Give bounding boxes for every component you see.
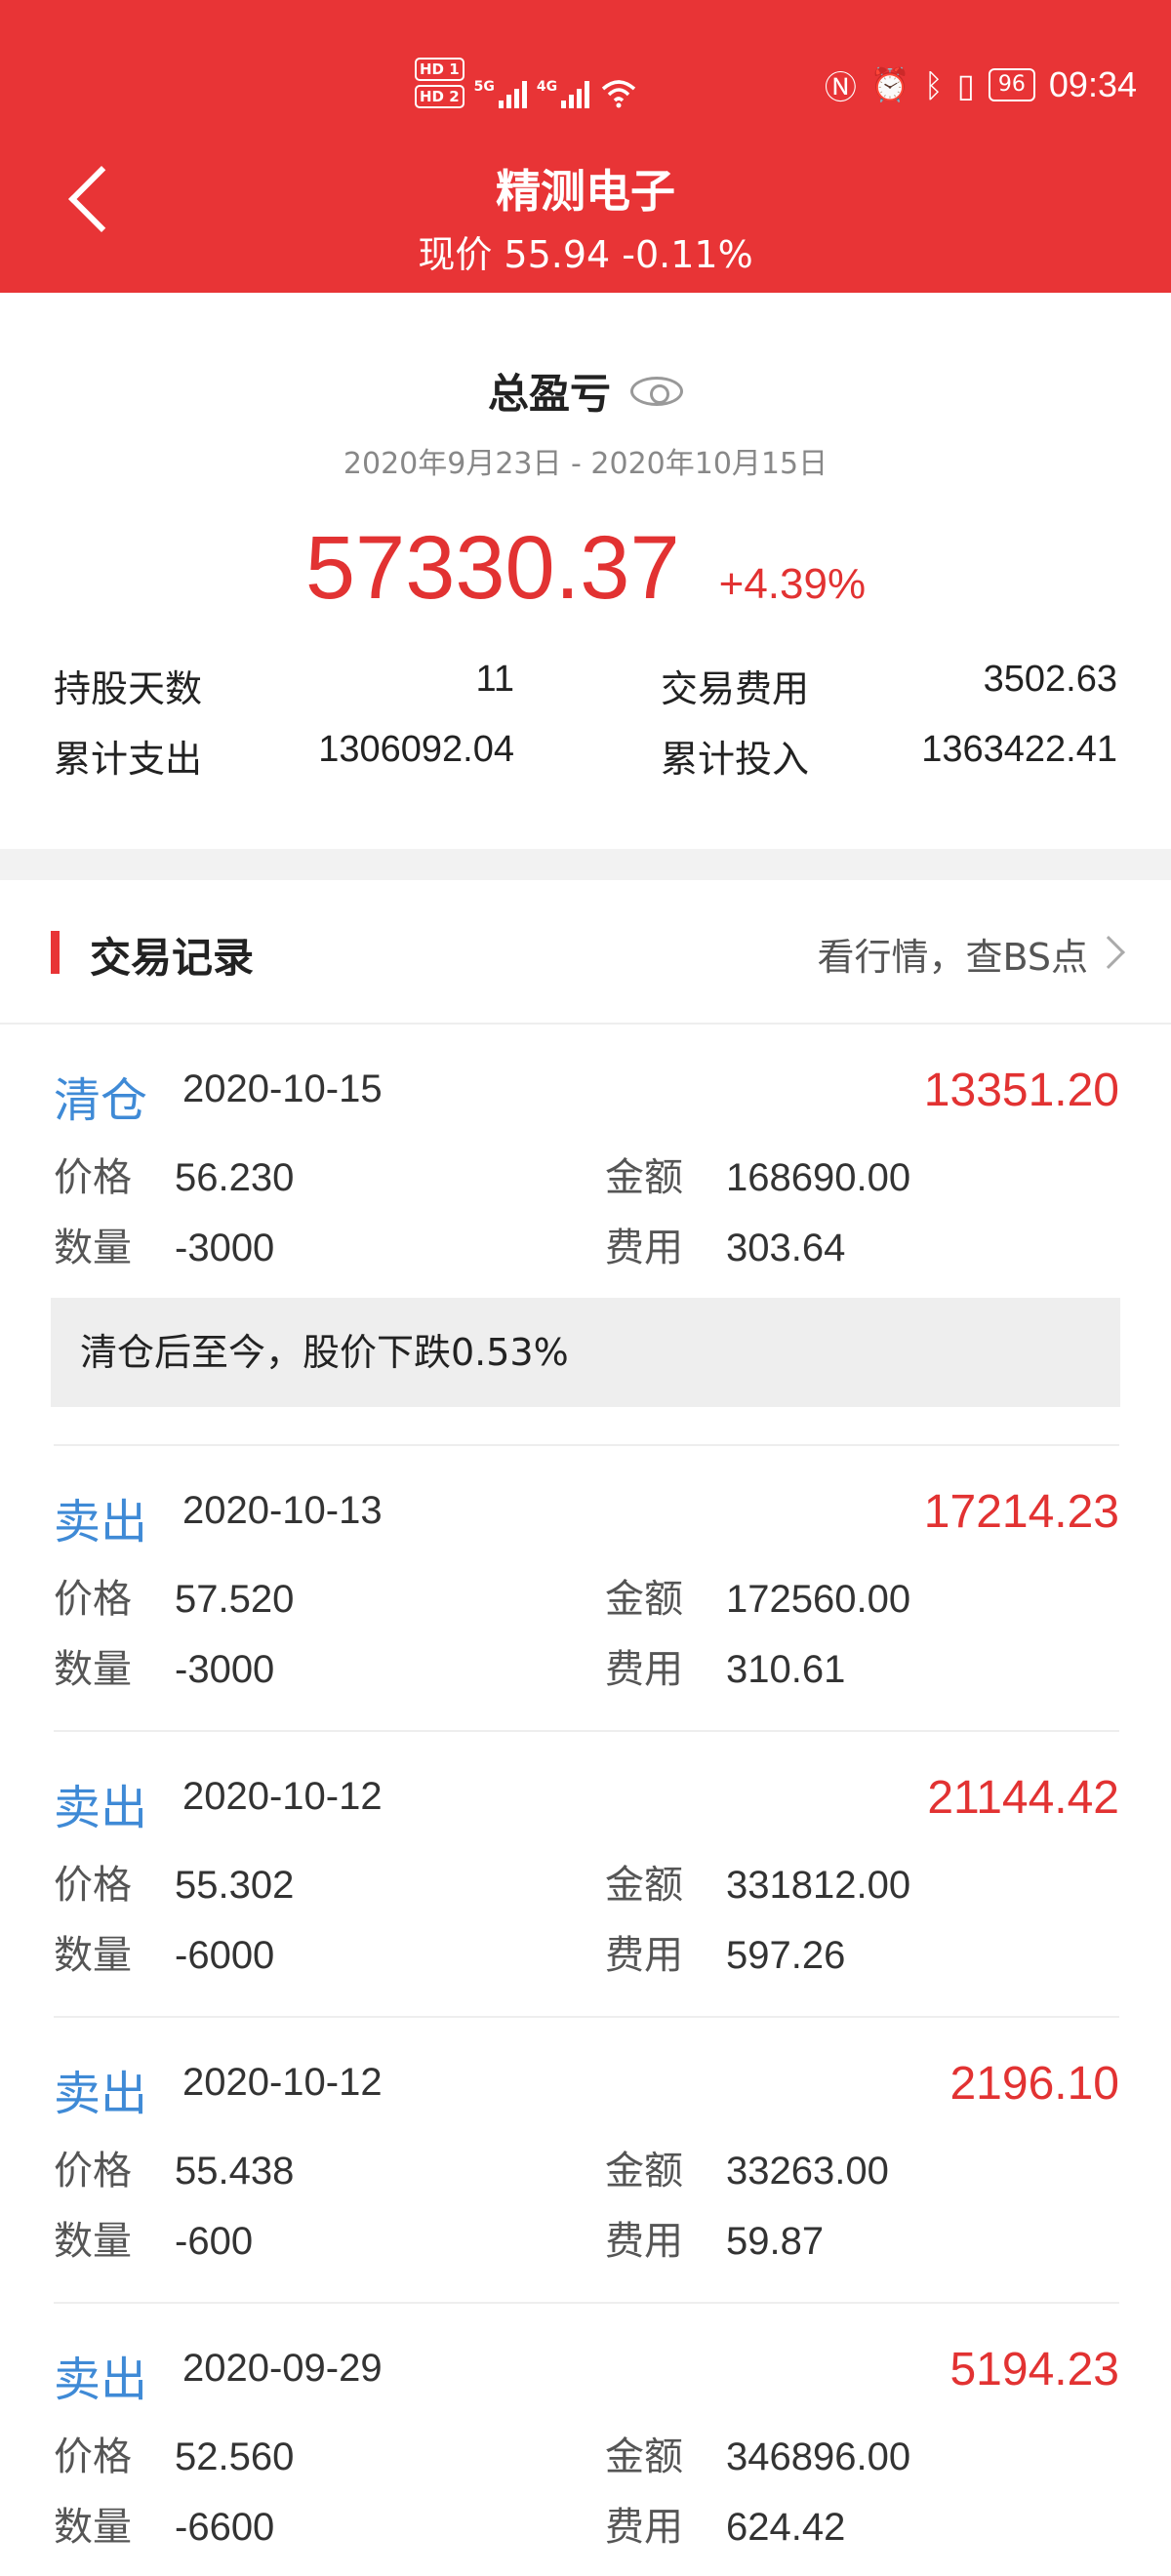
net-label-4g: 4G <box>536 79 558 95</box>
trade-amount: 金额 172560.00 <box>605 1577 911 1622</box>
record-divider <box>54 2302 1119 2304</box>
trade-price: 价格 57.520 <box>54 1577 295 1622</box>
trade-date: 2020-10-12 <box>182 2061 383 2104</box>
vibrate-icon: ▯ <box>956 65 975 104</box>
stat-label: 持股天数 <box>54 667 203 710</box>
trade-profit: 13351.20 <box>923 1065 1119 1116</box>
alarm-icon: ⏰ <box>869 65 910 103</box>
app-header: HD 1 HD 2 5G 4G Ⓝ ⏰ ᛒ ▯ 96 09:34 精测电子 现价… <box>0 0 1171 293</box>
hd-indicators: HD 1 HD 2 <box>415 58 464 108</box>
trade-record[interactable]: 卖出 2020-10-13 17214.23 价格 57.520 金额 172560… <box>54 1483 1119 1708</box>
trade-price: 价格 55.302 <box>54 1863 295 1908</box>
bluetooth-icon: ᛒ <box>923 65 944 104</box>
hd1-badge: HD 1 <box>415 58 464 81</box>
total-pl-value: 57330.37 <box>304 518 680 618</box>
trade-date: 2020-10-15 <box>182 1067 383 1110</box>
pl-summary: 总盈亏 2020年9月23日 - 2020年10月15日 57330.37 +4… <box>0 293 1171 849</box>
battery-icon: 96 <box>988 68 1035 101</box>
trade-profit: 17214.23 <box>923 1486 1119 1538</box>
trade-record[interactable]: 卖出 2020-10-12 21144.42 价格 55.302 金额 331812… <box>54 1769 1119 1993</box>
stats-row-1: 持股天数 11 交易费用 3502.63 <box>54 659 1117 717</box>
records-header: 交易记录 看行情，查BS点 <box>0 880 1171 1025</box>
trade-fee: 费用 597.26 <box>605 1933 846 1978</box>
trade-amount: 金额 168690.00 <box>605 1155 911 1200</box>
trade-qty: 数量 -3000 <box>54 1647 275 1692</box>
trade-qty: 数量 -6600 <box>54 2505 275 2550</box>
post-clear-note: 清仓后至今，股价下跌0.53% <box>51 1298 1120 1407</box>
date-range: 2020年9月23日 - 2020年10月15日 <box>343 447 828 481</box>
pl-label: 总盈亏 <box>487 370 611 418</box>
trade-price: 价格 55.438 <box>54 2149 295 2194</box>
total-pl-percent: +4.39% <box>718 560 867 608</box>
trade-price: 价格 56.230 <box>54 1155 295 1200</box>
trade-qty: 数量 -600 <box>54 2219 254 2264</box>
total-pl-row: 57330.37 +4.39% <box>0 517 1171 620</box>
trade-date: 2020-10-13 <box>182 1489 383 1532</box>
stat-label: 交易费用 <box>661 667 810 710</box>
trade-amount: 金额 346896.00 <box>605 2435 911 2479</box>
status-right: Ⓝ ⏰ ᛒ ▯ 96 09:34 <box>825 61 1137 108</box>
signal-bars-icon <box>561 79 590 108</box>
wifi-icon <box>601 80 636 108</box>
record-divider <box>54 1730 1119 1732</box>
signal-5g: 5G <box>474 79 527 108</box>
trade-date: 2020-10-12 <box>182 1775 383 1818</box>
trade-type: 卖出 <box>54 2067 148 2121</box>
nfc-icon: Ⓝ <box>824 68 857 106</box>
trade-fee: 费用 59.87 <box>605 2219 825 2264</box>
trade-type: 卖出 <box>54 1495 148 1550</box>
trade-record[interactable]: 卖出 2020-09-29 5194.23 价格 52.560 金额 346896.… <box>54 2341 1119 2565</box>
stat-label: 累计支出 <box>54 738 203 781</box>
signal-bars-icon <box>498 79 527 108</box>
trade-type: 卖出 <box>54 2353 148 2407</box>
trade-date: 2020-09-29 <box>182 2347 383 2390</box>
trade-amount: 金额 331812.00 <box>605 1863 911 1908</box>
section-accent-bar <box>51 931 60 974</box>
stat-label: 累计投入 <box>661 738 810 781</box>
market-bs-link[interactable]: 看行情，查BS点 <box>817 927 1088 981</box>
trade-fee: 费用 310.61 <box>605 1647 846 1692</box>
record-divider <box>54 1444 1119 1446</box>
trade-record[interactable]: 清仓 2020-10-15 13351.20 价格 56.230 金额 168690… <box>54 1062 1119 1296</box>
clock: 09:34 <box>1048 64 1137 104</box>
chevron-right-icon[interactable] <box>1092 936 1125 969</box>
pl-title-row: 总盈亏 <box>0 361 1171 421</box>
signal-4g: 4G <box>536 79 590 108</box>
page-title: 精测电子 <box>496 165 675 218</box>
trade-fee: 费用 624.42 <box>605 2505 846 2550</box>
trade-type: 清仓 <box>54 1073 148 1128</box>
stat-value: 1306092.04 <box>318 729 514 770</box>
stat-value: 3502.63 <box>983 659 1117 700</box>
trade-profit: 21144.42 <box>927 1772 1119 1824</box>
stats-row-2: 累计支出 1306092.04 累计投入 1363422.41 <box>54 729 1117 787</box>
status-bar: HD 1 HD 2 5G 4G Ⓝ ⏰ ᛒ ▯ 96 09:34 <box>0 54 1171 112</box>
eye-icon[interactable] <box>630 376 683 406</box>
trade-record[interactable]: 卖出 2020-10-12 2196.10 价格 55.438 金额 33263.0… <box>54 2055 1119 2279</box>
status-left: HD 1 HD 2 5G 4G <box>415 58 638 108</box>
trade-profit: 5194.23 <box>949 2344 1119 2395</box>
stat-value: 11 <box>475 659 514 700</box>
records-title: 交易记录 <box>90 934 255 982</box>
trade-fee: 费用 303.64 <box>605 1226 846 1270</box>
net-label-5g: 5G <box>473 79 495 95</box>
trade-amount: 金额 33263.00 <box>605 2149 889 2194</box>
trade-price: 价格 52.560 <box>54 2435 295 2479</box>
record-divider <box>54 2016 1119 2018</box>
stat-value: 1363422.41 <box>921 729 1117 770</box>
hd2-badge: HD 2 <box>415 85 464 108</box>
section-divider <box>0 849 1171 880</box>
trade-qty: 数量 -6000 <box>54 1933 275 1978</box>
current-price: 现价 55.94 -0.11% <box>418 233 753 276</box>
trade-profit: 2196.10 <box>949 2058 1119 2110</box>
trade-type: 卖出 <box>54 1781 148 1835</box>
trade-qty: 数量 -3000 <box>54 1226 275 1270</box>
